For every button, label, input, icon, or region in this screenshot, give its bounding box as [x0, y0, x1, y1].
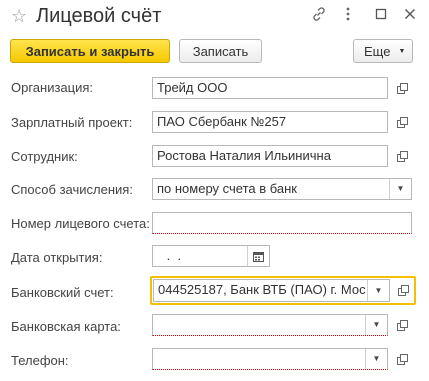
kebab-menu-icon[interactable] [340, 6, 356, 22]
window-title: Лицевой счёт [36, 5, 162, 27]
link-icon[interactable] [311, 6, 327, 22]
phone-open-button[interactable] [392, 348, 412, 370]
account-number-input[interactable] [152, 212, 412, 234]
favorite-star-icon[interactable]: ☆ [11, 7, 27, 25]
open-date-value: . . [163, 248, 185, 263]
open-date-label: Дата открытия: [11, 250, 103, 265]
organization-field[interactable]: Трейд ООО [152, 77, 388, 99]
organization-label: Организация: [11, 80, 94, 95]
chevron-down-icon[interactable]: ▼ [389, 179, 411, 199]
salary-project-label: Зарплатный проект: [11, 115, 133, 130]
employee-open-button[interactable] [392, 145, 412, 167]
open-icon [396, 353, 408, 365]
bank-card-label: Банковская карта: [11, 319, 121, 334]
employee-label: Сотрудник: [11, 149, 78, 164]
calendar-icon[interactable] [247, 246, 269, 266]
crediting-method-label: Способ зачисления: [11, 182, 133, 197]
bank-card-open-button[interactable] [392, 314, 412, 336]
account-number-label: Номер лицевого счета: [11, 216, 150, 231]
open-icon [396, 82, 408, 94]
bank-account-open-button[interactable] [393, 279, 413, 301]
open-icon [397, 284, 409, 296]
open-icon [396, 319, 408, 331]
close-icon[interactable] [402, 6, 418, 22]
open-icon [396, 150, 408, 162]
bank-account-value: 044525187, Банк ВТБ (ПАО) г. Мос [158, 282, 366, 297]
open-date-input[interactable]: . . [152, 245, 270, 267]
bank-account-label: Банковский счет: [11, 285, 114, 300]
crediting-method-select[interactable]: по номеру счета в банк ▼ [152, 178, 412, 200]
salary-project-field[interactable]: ПАО Сбербанк №257 [152, 111, 388, 133]
crediting-method-value: по номеру счета в банк [157, 181, 297, 196]
maximize-icon[interactable] [373, 6, 389, 22]
more-label: Еще [364, 43, 391, 59]
chevron-down-icon[interactable]: ▼ [365, 349, 387, 369]
chevron-down-icon[interactable]: ▼ [367, 280, 389, 301]
bank-card-select[interactable]: ▼ [152, 314, 388, 336]
employee-field[interactable]: Ростова Наталия Ильинична [152, 145, 388, 167]
organization-open-button[interactable] [392, 77, 412, 99]
chevron-down-icon: ▼ [398, 47, 406, 55]
chevron-down-icon[interactable]: ▼ [365, 315, 387, 335]
phone-label: Телефон: [11, 353, 69, 368]
bank-account-select[interactable]: 044525187, Банк ВТБ (ПАО) г. Мос ▼ [153, 279, 390, 302]
salary-project-open-button[interactable] [392, 111, 412, 133]
save-and-close-button[interactable]: Записать и закрыть [10, 39, 170, 63]
more-menu-button[interactable]: Еще ▼ [353, 39, 413, 63]
open-icon [396, 116, 408, 128]
phone-select[interactable]: ▼ [152, 348, 388, 370]
save-button[interactable]: Записать [179, 39, 262, 63]
